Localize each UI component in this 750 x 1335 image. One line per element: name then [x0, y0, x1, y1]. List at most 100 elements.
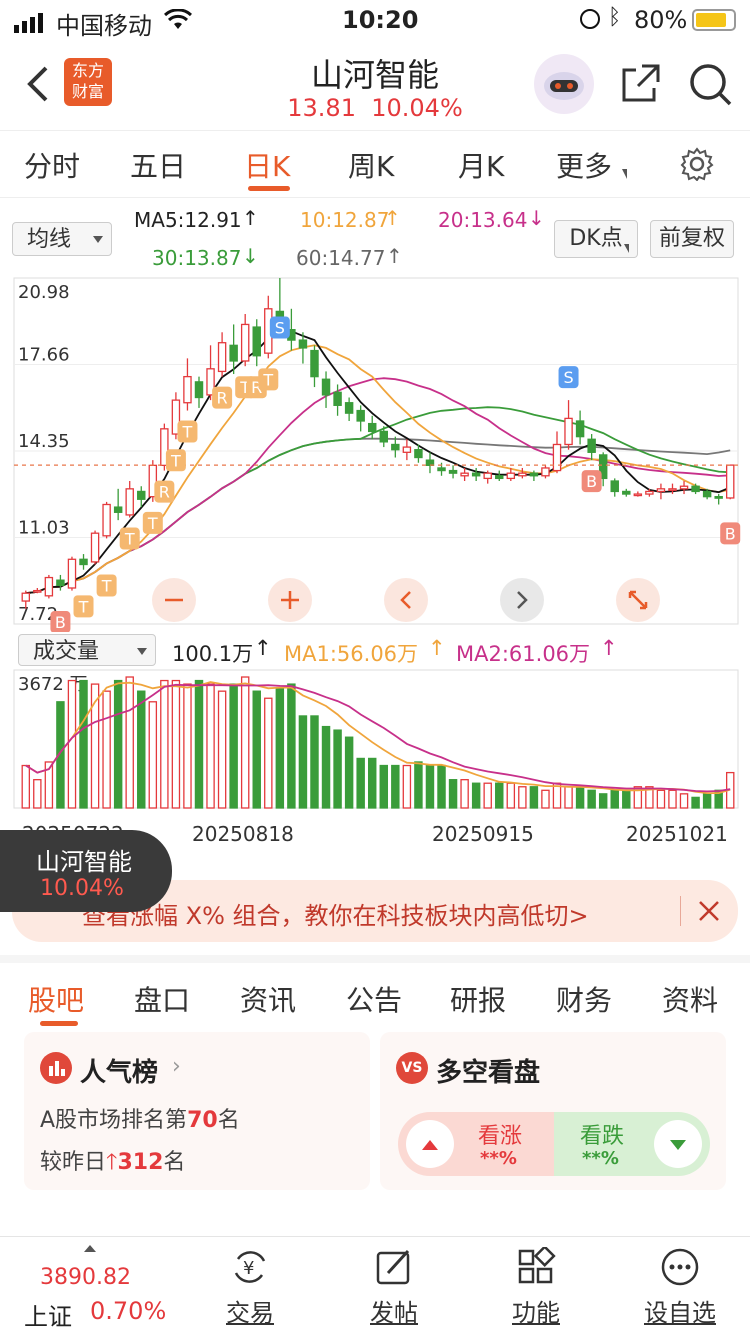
trade-label: 交易	[226, 1299, 274, 1327]
tab-five-day[interactable]: 五日	[130, 145, 186, 185]
dk-point-label: DK点	[569, 226, 623, 251]
candle-body	[183, 375, 192, 404]
bear-button[interactable]: 看跌 **%	[554, 1112, 710, 1176]
volume-chart[interactable]: 3672 万	[0, 666, 750, 816]
share-icon[interactable]	[620, 62, 662, 108]
price-tick-label: 17.66	[18, 345, 70, 366]
candle-body	[137, 490, 146, 500]
ma30-arrow: ↓	[242, 244, 259, 268]
fullscreen-icon[interactable]	[616, 578, 660, 622]
tab-guba[interactable]: 股吧	[28, 979, 84, 1019]
svg-text:T: T	[78, 597, 89, 616]
svg-text:B: B	[725, 524, 736, 543]
zoom-in-icon[interactable]	[268, 578, 312, 622]
zoom-out-icon[interactable]	[152, 578, 196, 622]
candlestick-chart[interactable]: 20.9817.6614.3511.037.72BTTTTRTTRT R TSSBB	[0, 272, 750, 632]
vs-icon: VS	[396, 1052, 428, 1084]
volume-bar	[333, 729, 342, 809]
signal-marker: R	[212, 386, 233, 409]
ma-selector[interactable]: 均线	[12, 222, 112, 256]
candle-body	[645, 490, 654, 495]
rank-change-prefix: 较昨日	[40, 1150, 107, 1175]
active-section-indicator	[40, 1021, 78, 1026]
tab-day-k[interactable]: 日K	[244, 145, 290, 185]
buy-marker: B	[581, 470, 602, 493]
volume-arrow: ↑	[254, 636, 272, 660]
volume-bar	[656, 789, 666, 809]
stock-popup[interactable]: 山河智能 10.04%	[0, 830, 172, 912]
tab-more[interactable]: 更多	[556, 145, 612, 185]
tab-research[interactable]: 研报	[450, 979, 506, 1019]
settings-gear-icon[interactable]	[680, 147, 714, 185]
index-pct: 0.70%	[90, 1297, 167, 1325]
tab-news[interactable]: 资讯	[240, 979, 296, 1019]
popularity-card[interactable]: 人气榜 › A股市场排名第70名 较昨日🡑312名	[24, 1032, 370, 1190]
tab-profile[interactable]: 资料	[662, 979, 718, 1019]
volume-bar	[252, 690, 261, 809]
signal-marker: T	[258, 368, 279, 391]
candle-body	[541, 467, 550, 477]
rank-suffix: 名	[217, 1108, 240, 1133]
tab-pankou[interactable]: 盘口	[134, 979, 190, 1019]
index-value: 3890.82	[40, 1265, 131, 1290]
period-tabs: 分时 五日 日K 周K 月K 更多	[0, 130, 750, 198]
pan-right-icon[interactable]	[500, 578, 544, 622]
robot-avatar-icon[interactable]	[534, 54, 594, 114]
bear-value: **%	[582, 1148, 619, 1169]
ma60-line	[25, 437, 731, 595]
candle-body	[518, 472, 527, 477]
tab-minute[interactable]: 分时	[24, 145, 80, 185]
index-quote[interactable]: 3890.82 上证 0.70%	[24, 1237, 184, 1335]
close-icon[interactable]	[696, 898, 722, 928]
long-short-card[interactable]: VS 多空看盘 看涨 **% 看跌 **%	[380, 1032, 726, 1190]
tab-announcements[interactable]: 公告	[346, 979, 402, 1019]
status-bar: 中国移动 10:20 ᛒ 80%	[0, 0, 750, 40]
volume-selector[interactable]: 成交量	[18, 634, 156, 666]
more-dropdown-icon	[622, 169, 627, 179]
candle-body	[564, 417, 573, 446]
bull-button[interactable]: 看涨 **%	[398, 1112, 554, 1176]
candle-body	[21, 592, 31, 602]
signal-marker: T	[96, 574, 117, 597]
banner-divider	[680, 896, 681, 926]
ma30-value: 30:13.87	[152, 246, 242, 270]
candle-body	[379, 430, 389, 443]
volume-bar	[113, 679, 123, 809]
post-button[interactable]: 发帖	[344, 1237, 444, 1335]
functions-button[interactable]: 功能	[486, 1237, 586, 1335]
bluetooth-icon: ᛒ	[608, 5, 622, 30]
compose-icon	[374, 1247, 414, 1291]
volume-bar	[402, 764, 412, 809]
tab-finance[interactable]: 财务	[556, 979, 612, 1019]
tab-week-k[interactable]: 周K	[348, 145, 394, 185]
volume-bar	[691, 796, 700, 809]
customize-button[interactable]: 设自选	[630, 1237, 730, 1335]
trade-button[interactable]: ¥ 交易	[200, 1237, 300, 1335]
candle-body	[229, 344, 238, 362]
grid-apps-icon	[516, 1245, 556, 1291]
volume-ma2-arrow: ↑	[600, 636, 618, 660]
candle-body	[67, 558, 77, 589]
index-name: 上证	[24, 1303, 72, 1331]
ma20-value: 20:13.64	[438, 208, 528, 232]
signal-marker: T	[177, 420, 198, 443]
rank-prefix: A股市场排名第	[40, 1108, 188, 1133]
volume-bar	[471, 782, 481, 809]
pan-left-icon[interactable]	[384, 578, 428, 622]
candle-body	[610, 480, 619, 493]
candle-body	[391, 443, 400, 451]
candle-body	[402, 446, 412, 453]
tab-month-k[interactable]: 月K	[458, 145, 504, 185]
bull-value: **%	[480, 1148, 517, 1169]
candle-body	[298, 339, 308, 349]
svg-text:T: T	[170, 451, 181, 470]
candle-body	[333, 391, 342, 406]
price-adjust-button[interactable]: 前复权	[650, 220, 734, 258]
search-icon[interactable]	[688, 62, 732, 110]
dk-dropdown-icon	[624, 244, 629, 253]
volume-bar	[367, 757, 377, 809]
stock-price: 13.81	[287, 94, 356, 122]
orientation-lock-icon	[580, 9, 600, 29]
volume-bar	[321, 725, 331, 809]
volume-bar	[598, 793, 608, 809]
